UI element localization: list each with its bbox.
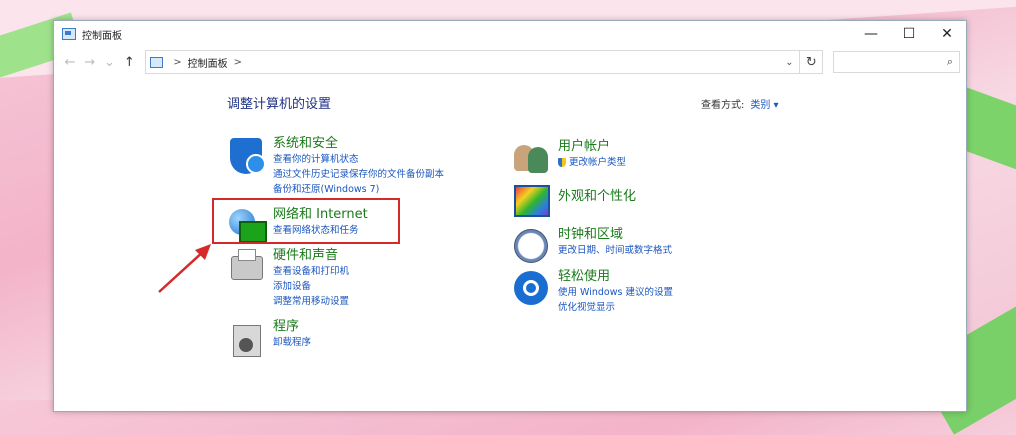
- category-link[interactable]: 更改帐户类型: [558, 155, 626, 170]
- category-link[interactable]: 添加设备: [273, 279, 349, 294]
- close-button[interactable]: ✕: [928, 21, 966, 47]
- category-link[interactable]: 查看你的计算机状态: [273, 152, 444, 167]
- address-bar[interactable]: > 控制面板 > ⌄: [145, 50, 801, 74]
- address-dropdown-icon[interactable]: ⌄: [785, 57, 793, 68]
- view-by-dropdown[interactable]: 类别 ▾: [750, 100, 778, 111]
- category-title[interactable]: 硬件和声音: [273, 248, 349, 264]
- shield-icon[interactable]: [227, 136, 267, 176]
- category-title[interactable]: 轻松使用: [558, 269, 673, 285]
- category-link[interactable]: 备份和还原(Windows 7): [273, 182, 444, 197]
- control-panel-icon: [62, 28, 76, 40]
- search-icon[interactable]: ⌕: [947, 55, 953, 69]
- recent-locations-icon[interactable]: ⌄: [100, 55, 120, 70]
- ease-of-access-icon[interactable]: [512, 269, 552, 309]
- page-title: 调整计算机的设置: [227, 97, 332, 112]
- window-controls: — ☐ ✕: [852, 21, 966, 47]
- category-programs: 程序 卸载程序: [227, 319, 311, 359]
- view-by-control: 查看方式: 类别 ▾: [701, 96, 779, 111]
- forward-arrow-icon[interactable]: →: [80, 55, 100, 70]
- appearance-icon[interactable]: [512, 181, 552, 221]
- category-ease-of-access: 轻松使用 使用 Windows 建议的设置 优化视觉显示: [512, 269, 673, 315]
- category-clock-region: 时钟和区域 更改日期、时间或数字格式: [512, 227, 672, 267]
- clock-icon[interactable]: [512, 227, 552, 267]
- category-user-accounts: 用户帐户 更改帐户类型: [512, 139, 626, 179]
- uac-shield-icon: [558, 158, 566, 167]
- category-link[interactable]: 调整常用移动设置: [273, 294, 349, 309]
- minimize-button[interactable]: —: [852, 21, 890, 47]
- view-by-label: 查看方式:: [701, 100, 745, 111]
- category-link[interactable]: 通过文件历史记录保存你的文件备份副本: [273, 167, 444, 182]
- category-link[interactable]: 使用 Windows 建议的设置: [558, 285, 673, 300]
- category-title[interactable]: 系统和安全: [273, 136, 444, 152]
- category-title[interactable]: 时钟和区域: [558, 227, 672, 243]
- up-arrow-icon[interactable]: ↑: [119, 55, 139, 70]
- control-panel-icon: [150, 56, 164, 68]
- breadcrumb-control-panel[interactable]: 控制面板: [188, 55, 228, 70]
- category-title[interactable]: 程序: [273, 319, 311, 335]
- window-title: 控制面板: [82, 30, 122, 42]
- users-icon[interactable]: [512, 139, 552, 179]
- programs-icon[interactable]: [227, 319, 267, 359]
- refresh-icon[interactable]: ↻: [800, 50, 824, 74]
- maximize-button[interactable]: ☐: [890, 21, 928, 47]
- annotation-highlight-box: [212, 198, 400, 244]
- navigation-bar: ← → ⌄ ↑ > 控制面板 > ⌄ ↻ ⌕: [54, 49, 966, 75]
- title-bar[interactable]: 控制面板 — ☐ ✕: [54, 21, 966, 47]
- category-link[interactable]: 更改日期、时间或数字格式: [558, 243, 672, 258]
- search-input[interactable]: ⌕: [833, 51, 961, 73]
- category-hardware-sound: 硬件和声音 查看设备和打印机 添加设备 调整常用移动设置: [227, 248, 349, 309]
- category-system-security: 系统和安全 查看你的计算机状态 通过文件历史记录保存你的文件备份副本 备份和还原…: [227, 136, 444, 197]
- category-link[interactable]: 卸载程序: [273, 335, 311, 350]
- category-link[interactable]: 优化视觉显示: [558, 300, 673, 315]
- back-arrow-icon[interactable]: ←: [60, 55, 80, 70]
- category-title[interactable]: 用户帐户: [558, 139, 626, 155]
- category-link[interactable]: 查看设备和打印机: [273, 264, 349, 279]
- breadcrumb-separator[interactable]: >: [173, 57, 181, 68]
- control-panel-window: 控制面板 — ☐ ✕ ← → ⌄ ↑ > 控制面板 > ⌄ ↻ ⌕ 调整计算机的…: [53, 20, 967, 412]
- category-title[interactable]: 外观和个性化: [558, 189, 636, 205]
- breadcrumb-separator[interactable]: >: [234, 57, 242, 68]
- printer-icon[interactable]: [227, 248, 267, 288]
- annotation-arrow-icon: [158, 244, 211, 293]
- category-appearance: 外观和个性化: [512, 181, 636, 221]
